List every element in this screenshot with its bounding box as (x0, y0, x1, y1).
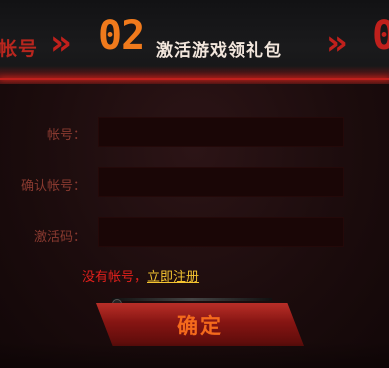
confirm-button[interactable]: 确定 (96, 303, 304, 346)
step-header: 帐号 » 02 激活游戏领礼包 » 0 (0, 0, 389, 84)
header-glow (0, 66, 389, 84)
activation-code-label: 激活码： (33, 230, 86, 245)
confirm-button-label: 确定 (177, 314, 223, 338)
step-title: 激活游戏领礼包 (156, 41, 282, 61)
chevron-right-icon: » (326, 23, 348, 63)
register-link[interactable]: 立即注册 (147, 270, 199, 285)
step-number: 02 (98, 13, 145, 59)
button-slider-track (112, 298, 272, 301)
prev-step-label: 帐号 (0, 38, 39, 60)
bottom-fade (0, 342, 389, 368)
confirm-account-label: 确认帐号： (20, 179, 86, 194)
next-step-number: 0 (372, 13, 389, 59)
register-prompt: 没有帐号，立即注册 (82, 266, 199, 285)
header-divider (0, 78, 389, 80)
account-label: 帐号： (46, 128, 86, 143)
register-prompt-text: 没有帐号， (82, 270, 148, 285)
activation-code-input[interactable] (98, 217, 344, 247)
confirm-account-input[interactable] (98, 167, 344, 197)
chevron-right-icon: » (50, 23, 72, 63)
account-input[interactable] (98, 117, 344, 147)
